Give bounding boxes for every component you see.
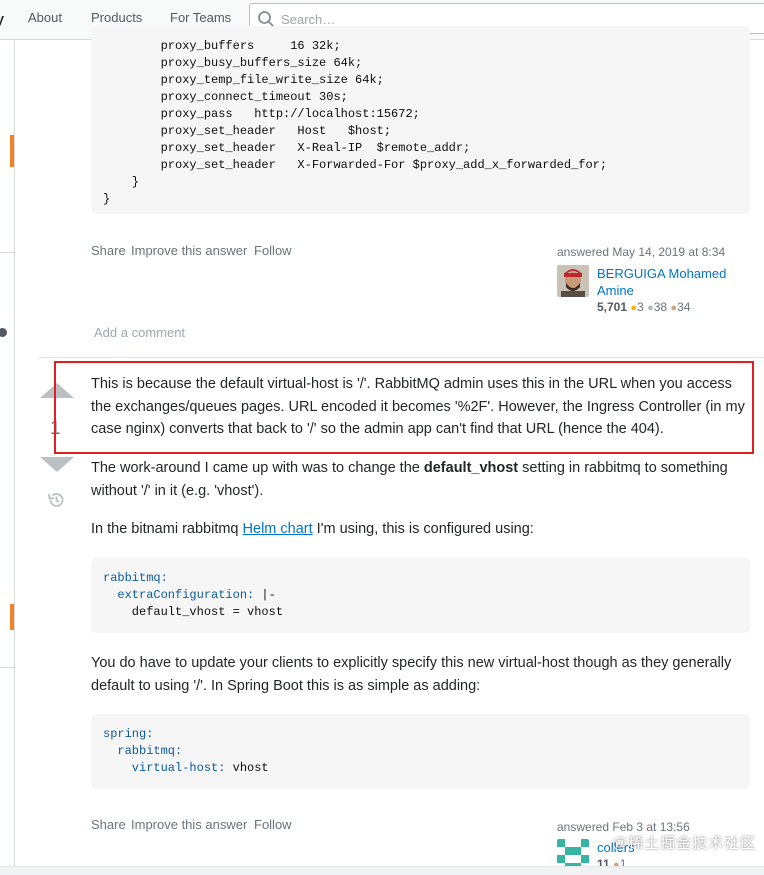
- watermark: @稀土掘金技术社区: [612, 835, 757, 852]
- follow-link[interactable]: Follow: [254, 243, 292, 258]
- code-line: proxy_busy_buffers_size 64k;: [103, 56, 363, 70]
- code-block-nginx: proxy_buffers 16 32k; proxy_busy_buffers…: [91, 26, 750, 214]
- code-value: vhost: [225, 761, 269, 775]
- nav-products[interactable]: Products: [91, 10, 142, 25]
- reputation-score: 5,701: [597, 300, 628, 314]
- code-line: }: [103, 192, 111, 206]
- sidebar-active-marker: [10, 135, 14, 167]
- code-line: }: [103, 175, 140, 189]
- downvote-button[interactable]: [40, 457, 74, 472]
- sidebar-dot-icon[interactable]: [0, 328, 7, 337]
- user-name-line1[interactable]: BERGUIGA Mohamed: [597, 266, 726, 281]
- highlight-annotation-box: [54, 361, 754, 454]
- code-value: |-: [254, 588, 276, 602]
- sidebar-divider: [0, 252, 14, 253]
- follow-link[interactable]: Follow: [254, 817, 292, 832]
- improve-answer-link[interactable]: Improve this answer: [131, 243, 247, 258]
- code-line: proxy_set_header X-Forwarded-For $proxy_…: [103, 158, 608, 172]
- nav-about[interactable]: About: [28, 10, 62, 25]
- code-block-rabbitmq: rabbitmq: extraConfiguration: |- default…: [91, 558, 750, 633]
- improve-answer-link[interactable]: Improve this answer: [131, 817, 247, 832]
- silver-badge-icon: ●: [647, 302, 654, 314]
- bronze-badge-count: 34: [677, 300, 691, 314]
- code-line: proxy_pass http://localhost:15672;: [103, 107, 420, 121]
- code-line: rabbitmq:: [103, 744, 183, 758]
- code-block-spring: spring: rabbitmq: virtual-host: vhost: [91, 714, 750, 789]
- share-link[interactable]: Share: [91, 243, 126, 258]
- code-line: proxy_connect_timeout 30s;: [103, 90, 348, 104]
- p2-bold-setting: default_vhost: [423, 460, 519, 476]
- history-icon[interactable]: [46, 490, 66, 510]
- left-sidebar: [0, 40, 15, 875]
- avatar[interactable]: [557, 265, 589, 297]
- add-comment-link[interactable]: Add a comment: [94, 325, 185, 340]
- bottom-strip: [0, 866, 764, 875]
- code-line: proxy_set_header X-Real-IP $remote_addr;: [103, 141, 471, 155]
- sidebar-divider-2: [0, 667, 14, 668]
- user-avatar-icon: [557, 265, 589, 297]
- code-line: default_vhost = vhost: [103, 605, 284, 619]
- sidebar-collective-marker: [10, 604, 14, 630]
- search-placeholder: Search…: [281, 12, 336, 27]
- p2-text-before: The work-around I came up with was to ch…: [91, 460, 424, 476]
- helm-chart-link[interactable]: Helm chart: [243, 521, 313, 537]
- user-reputation: 5,701 ●3 ●38 ●34: [597, 300, 690, 314]
- answer-paragraph-4: You do have to update your clients to ex…: [91, 655, 732, 694]
- nav-for-teams[interactable]: For Teams: [170, 10, 231, 25]
- answer-paragraph-3: In the bitnami rabbitmq Helm chart I'm u…: [91, 518, 755, 541]
- code-line: proxy_temp_file_write_size 64k;: [103, 73, 384, 87]
- logo-edge[interactable]: y: [0, 10, 4, 33]
- answer-paragraph-2: The work-around I came up with was to ch…: [91, 457, 755, 502]
- code-line: spring:: [103, 727, 154, 741]
- code-line: extraConfiguration:: [103, 588, 255, 602]
- gold-badge-count: 3: [637, 300, 644, 314]
- code-line: proxy_set_header Host $host;: [103, 124, 392, 138]
- code-line: rabbitmq:: [103, 571, 168, 585]
- answer-divider: [38, 357, 764, 358]
- code-line: virtual-host:: [103, 761, 226, 775]
- p3-text-before: In the bitnami rabbitmq: [91, 521, 243, 537]
- answered-timestamp[interactable]: answered May 14, 2019 at 8:34: [557, 245, 725, 259]
- share-link[interactable]: Share: [91, 817, 126, 832]
- silver-badge-count: 38: [653, 300, 668, 314]
- user-name-line2[interactable]: Amine: [597, 283, 634, 298]
- code-line: proxy_buffers 16 32k;: [103, 39, 341, 53]
- p3-text-after: I'm using, this is configured using:: [312, 521, 534, 537]
